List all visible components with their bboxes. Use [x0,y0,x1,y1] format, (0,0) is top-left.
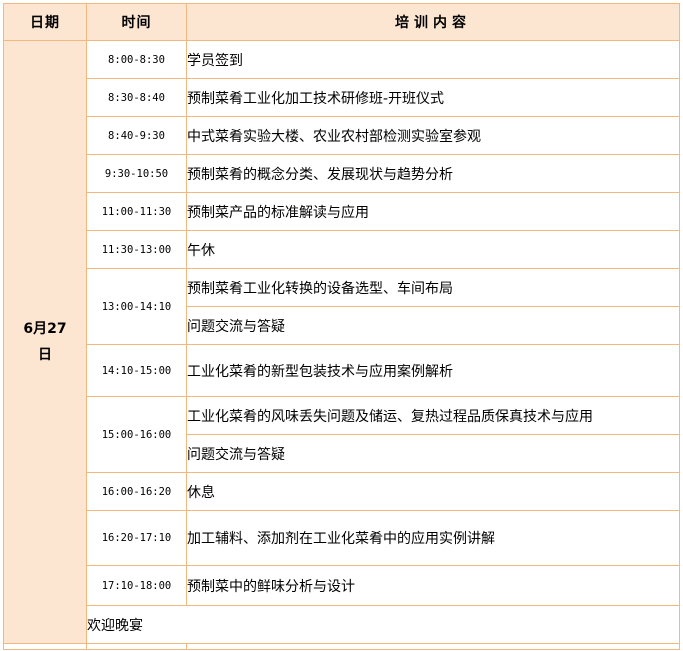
time-cell: 15:00-16:00 [86,396,187,473]
schedule-table: 日期 时间 培训内容 6月27 日 8:00-8:30 学员签到 8:30-8:… [3,3,680,650]
time-cell: 11:30-13:00 [86,230,187,269]
content-cell: 加工辅料、添加剂在工业化菜肴中的应用实例讲解 [186,510,680,566]
content-cell: 问题交流与答疑 [186,306,680,345]
content-cell: 中式菜肴实验大楼、农业农村部检测实验室参观 [186,116,680,155]
time-cell: 8:40-9:30 [86,116,187,155]
date-line-1: 6月27 [23,321,67,337]
tail-cell [86,643,187,650]
header-time: 时间 [86,3,187,41]
time-cell: 16:00-16:20 [86,472,187,511]
tail-cell [186,643,680,650]
content-cell: 工业化菜肴的新型包装技术与应用案例解析 [186,344,680,397]
content-cell: 休息 [186,472,680,511]
time-cell: 16:20-17:10 [86,510,187,566]
header-content: 培训内容 [186,3,680,41]
date-cell: 6月27 日 [3,40,87,644]
time-cell: 11:00-11:30 [86,192,187,231]
date-line-2: 日 [38,347,52,363]
header-date: 日期 [3,3,87,41]
content-cell: 预制菜产品的标准解读与应用 [186,192,680,231]
content-cell: 问题交流与答疑 [186,434,680,473]
time-cell: 9:30-10:50 [86,154,187,193]
content-cell: 预制菜肴工业化转换的设备选型、车间布局 [186,268,680,307]
welcome-dinner-cell: 欢迎晚宴 [86,605,680,644]
time-cell: 8:00-8:30 [86,40,187,79]
time-cell: 17:10-18:00 [86,565,187,606]
content-cell: 预制菜中的鲜味分析与设计 [186,565,680,606]
time-cell: 8:30-8:40 [86,78,187,117]
content-cell: 午休 [186,230,680,269]
content-cell: 工业化菜肴的风味丢失问题及储运、复热过程品质保真技术与应用 [186,396,680,435]
time-cell: 14:10-15:00 [86,344,187,397]
content-cell: 预制菜肴的概念分类、发展现状与趋势分析 [186,154,680,193]
content-cell: 学员签到 [186,40,680,79]
time-cell: 13:00-14:10 [86,268,187,345]
content-cell: 预制菜肴工业化加工技术研修班-开班仪式 [186,78,680,117]
tail-cell [3,643,87,650]
